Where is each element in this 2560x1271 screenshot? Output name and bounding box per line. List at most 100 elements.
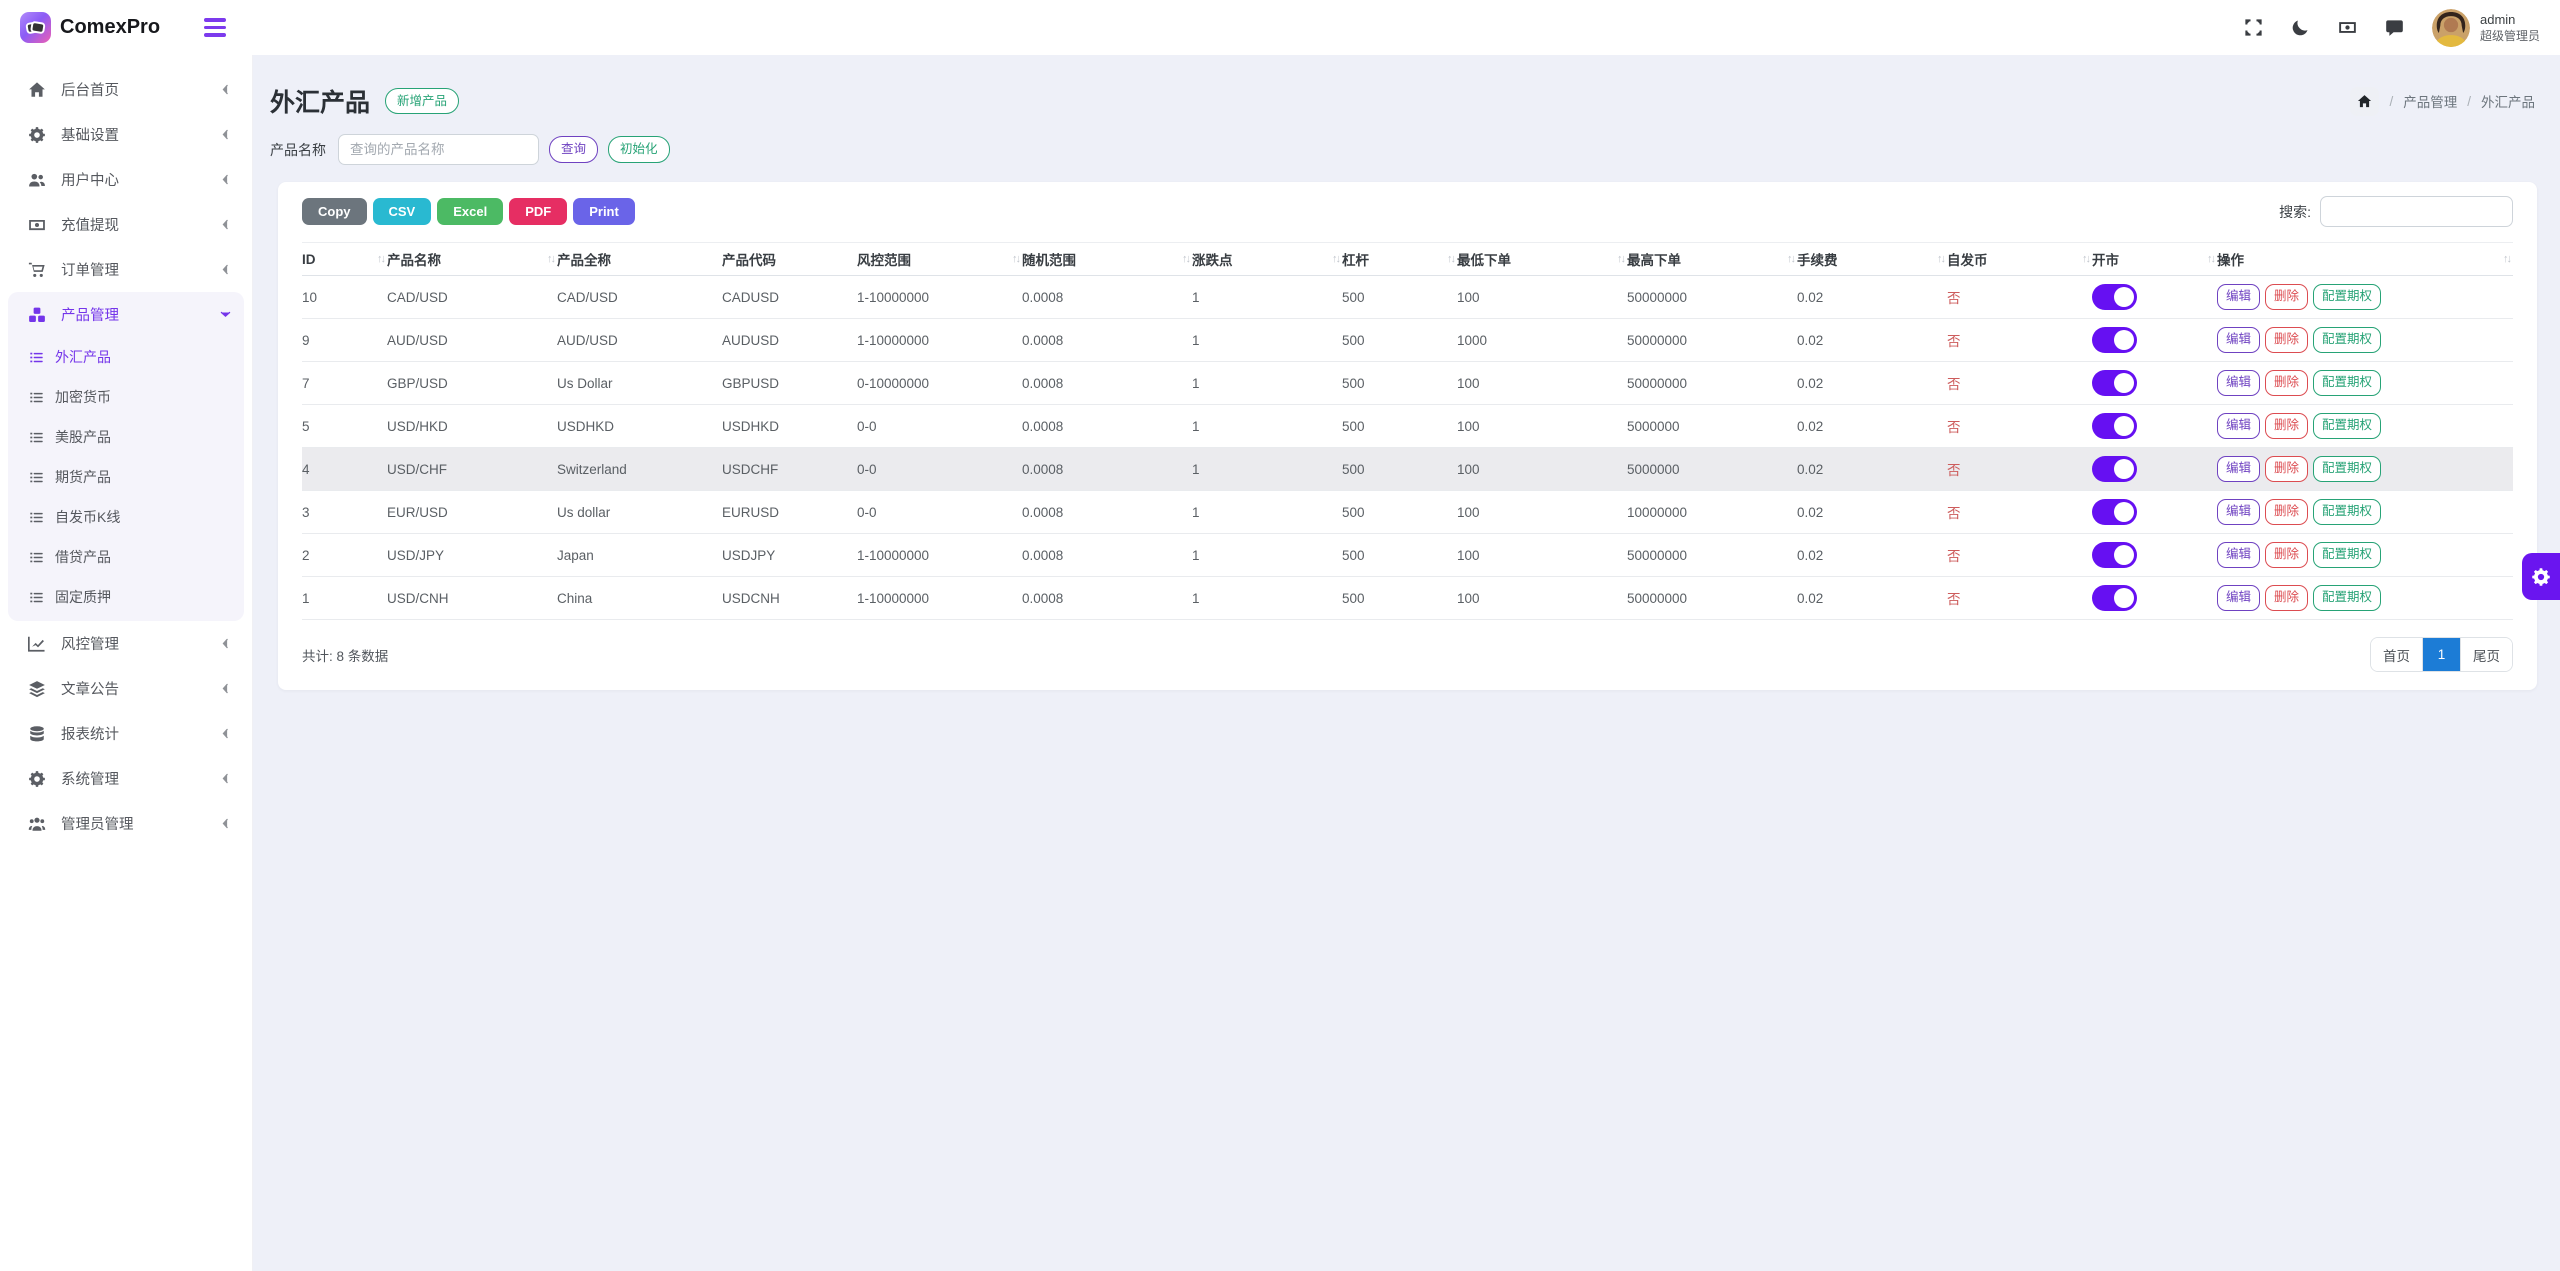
sidebar-item-cubes[interactable]: 产品管理 bbox=[8, 292, 244, 337]
sidebar-item-settings[interactable]: 基础设置 bbox=[0, 112, 252, 157]
sort-icon[interactable]: ↑↓ bbox=[1332, 253, 1341, 265]
edit-button[interactable]: 编辑 bbox=[2217, 499, 2261, 525]
edit-button[interactable]: 编辑 bbox=[2217, 370, 2261, 396]
export-print-button[interactable]: Print bbox=[573, 198, 635, 225]
config-options-button[interactable]: 配置期权 bbox=[2313, 284, 2382, 310]
sidebar-subitem[interactable]: 加密货币 bbox=[8, 377, 244, 417]
sidebar-subitem[interactable]: 美股产品 bbox=[8, 417, 244, 457]
column-header[interactable]: 手续费 ↑↓ bbox=[1797, 242, 1947, 276]
config-options-button[interactable]: 配置期权 bbox=[2313, 456, 2382, 482]
column-header[interactable]: 涨跌点 ↑↓ bbox=[1192, 242, 1342, 276]
sidebar-subitem[interactable]: 借贷产品 bbox=[8, 537, 244, 577]
sidebar-item-chart[interactable]: 风控管理 bbox=[0, 621, 252, 666]
chat-icon[interactable] bbox=[2385, 18, 2404, 37]
query-button[interactable]: 查询 bbox=[549, 136, 599, 163]
edit-button[interactable]: 编辑 bbox=[2217, 456, 2261, 482]
column-header[interactable]: 最低下单 ↑↓ bbox=[1457, 242, 1627, 276]
open-market-toggle[interactable] bbox=[2092, 585, 2137, 611]
edit-button[interactable]: 编辑 bbox=[2217, 413, 2261, 439]
sidebar-item-layers[interactable]: 文章公告 bbox=[0, 666, 252, 711]
sidebar-item-home[interactable]: 后台首页 bbox=[0, 67, 252, 112]
config-options-button[interactable]: 配置期权 bbox=[2313, 542, 2382, 568]
delete-button[interactable]: 删除 bbox=[2265, 413, 2309, 439]
sort-icon[interactable]: ↑↓ bbox=[1617, 253, 1626, 265]
sort-icon[interactable]: ↑↓ bbox=[1012, 253, 1021, 265]
add-product-button[interactable]: 新增产品 bbox=[385, 87, 460, 115]
column-header[interactable]: 开市 ↑↓ bbox=[2092, 242, 2217, 276]
breadcrumb-item[interactable]: 产品管理 bbox=[2403, 91, 2457, 111]
sidebar-item-db[interactable]: 报表统计 bbox=[0, 711, 252, 756]
table-row: 3 EUR/USD Us dollar EURUSD 0-0 0.0008 1 500 100 1… bbox=[302, 490, 2513, 534]
open-market-toggle[interactable] bbox=[2092, 284, 2137, 310]
sidebar-item-admins[interactable]: 管理员管理 bbox=[0, 801, 252, 846]
column-header[interactable]: 杠杆 ↑↓ bbox=[1342, 242, 1457, 276]
config-options-button[interactable]: 配置期权 bbox=[2313, 499, 2382, 525]
sort-icon[interactable]: ↑↓ bbox=[377, 253, 386, 265]
pagination-last[interactable]: 尾页 bbox=[2460, 638, 2512, 671]
export-pdf-button[interactable]: PDF bbox=[509, 198, 568, 225]
sort-icon[interactable]: ↑↓ bbox=[547, 253, 556, 265]
table-search-input[interactable] bbox=[2320, 196, 2513, 227]
delete-button[interactable]: 删除 bbox=[2265, 542, 2309, 568]
edit-button[interactable]: 编辑 bbox=[2217, 585, 2261, 611]
config-options-button[interactable]: 配置期权 bbox=[2313, 370, 2382, 396]
delete-button[interactable]: 删除 bbox=[2265, 585, 2309, 611]
sidebar-item-gear[interactable]: 系统管理 bbox=[0, 756, 252, 801]
sort-icon[interactable]: ↑↓ bbox=[1937, 253, 1946, 265]
floating-settings-button[interactable] bbox=[2522, 553, 2560, 600]
sort-icon[interactable]: ↑↓ bbox=[1182, 253, 1191, 265]
pagination-first[interactable]: 首页 bbox=[2371, 638, 2422, 671]
sidebar-subitem[interactable]: 自发币K线 bbox=[8, 497, 244, 537]
sort-icon[interactable]: ↑↓ bbox=[1447, 253, 1456, 265]
delete-button[interactable]: 删除 bbox=[2265, 456, 2309, 482]
fullscreen-icon[interactable] bbox=[2244, 18, 2263, 37]
breadcrumb-home-icon[interactable] bbox=[2350, 86, 2380, 116]
config-options-button[interactable]: 配置期权 bbox=[2313, 413, 2382, 439]
open-market-toggle[interactable] bbox=[2092, 542, 2137, 568]
column-header[interactable]: 自发币 ↑↓ bbox=[1947, 242, 2092, 276]
export-excel-button[interactable]: Excel bbox=[437, 198, 504, 225]
cell-id: 7 bbox=[302, 361, 387, 405]
open-market-toggle[interactable] bbox=[2092, 456, 2137, 482]
delete-button[interactable]: 删除 bbox=[2265, 370, 2309, 396]
config-options-button[interactable]: 配置期权 bbox=[2313, 327, 2382, 353]
pagination-current[interactable]: 1 bbox=[2422, 638, 2460, 671]
export-csv-button[interactable]: CSV bbox=[372, 198, 432, 225]
column-header[interactable]: 产品名称 ↑↓ bbox=[387, 242, 557, 276]
export-copy-button[interactable]: Copy bbox=[302, 198, 367, 225]
sidebar-subitem[interactable]: 固定质押 bbox=[8, 577, 244, 617]
column-header[interactable]: 最高下单 ↑↓ bbox=[1627, 242, 1797, 276]
column-header[interactable]: 操作 ↑↓ bbox=[2217, 242, 2513, 276]
admin-profile[interactable]: admin 超级管理员 bbox=[2431, 8, 2540, 47]
delete-button[interactable]: 删除 bbox=[2265, 327, 2309, 353]
sidebar-subitem[interactable]: 外汇产品 bbox=[8, 337, 244, 377]
edit-button[interactable]: 编辑 bbox=[2217, 284, 2261, 310]
open-market-toggle[interactable] bbox=[2092, 499, 2137, 525]
reset-button[interactable]: 初始化 bbox=[608, 136, 670, 163]
sidebar-item-cart[interactable]: 订单管理 bbox=[0, 247, 252, 292]
edit-button[interactable]: 编辑 bbox=[2217, 327, 2261, 353]
sort-icon[interactable]: ↑↓ bbox=[2503, 253, 2512, 265]
sort-icon[interactable]: ↑↓ bbox=[2207, 253, 2216, 265]
dark-mode-moon-icon[interactable] bbox=[2291, 18, 2310, 37]
sort-icon[interactable]: ↑↓ bbox=[2082, 253, 2091, 265]
hamburger-menu-icon[interactable] bbox=[204, 18, 227, 37]
list-icon bbox=[29, 430, 44, 445]
sidebar-item-users[interactable]: 用户中心 bbox=[0, 157, 252, 202]
open-market-toggle[interactable] bbox=[2092, 413, 2137, 439]
open-market-toggle[interactable] bbox=[2092, 327, 2137, 353]
sidebar-item-money[interactable]: 充值提现 bbox=[0, 202, 252, 247]
open-market-toggle[interactable] bbox=[2092, 370, 2137, 396]
column-header[interactable]: 随机范围 ↑↓ bbox=[1022, 242, 1192, 276]
sidebar-subitem[interactable]: 期货产品 bbox=[8, 457, 244, 497]
sort-icon[interactable]: ↑↓ bbox=[1787, 253, 1796, 265]
delete-button[interactable]: 删除 bbox=[2265, 499, 2309, 525]
config-options-button[interactable]: 配置期权 bbox=[2313, 585, 2382, 611]
column-header[interactable]: ID ↑↓ bbox=[302, 242, 387, 276]
cell-full_name: China bbox=[557, 576, 722, 620]
money-icon[interactable] bbox=[2338, 18, 2357, 37]
column-header[interactable]: 风控范围 ↑↓ bbox=[857, 242, 1022, 276]
delete-button[interactable]: 删除 bbox=[2265, 284, 2309, 310]
product-name-input[interactable] bbox=[338, 134, 539, 165]
edit-button[interactable]: 编辑 bbox=[2217, 542, 2261, 568]
